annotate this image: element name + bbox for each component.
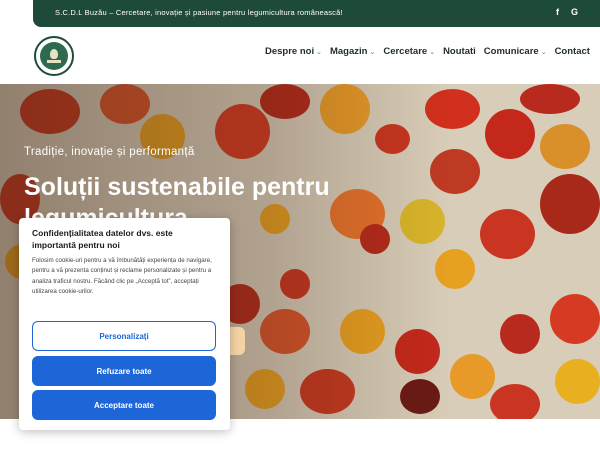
logo-emblem xyxy=(40,42,68,70)
nav-item-cercetare[interactable]: Cercetare ⌄ xyxy=(383,46,435,57)
cookie-description: Folosim cookie-uri pentru a vă îmbunătăț… xyxy=(32,257,212,295)
cookie-consent-dialog: Confidențialitatea datelor dvs. este imp… xyxy=(19,218,230,430)
institute-logo-icon[interactable] xyxy=(34,36,74,76)
hero-tagline: Tradiție, inovație și performanță xyxy=(24,146,195,158)
facebook-icon[interactable]: f xyxy=(556,7,559,17)
nav-item-magazin[interactable]: Magazin ⌄ xyxy=(330,46,375,57)
reject-all-button[interactable]: Refuzare toate xyxy=(32,356,216,386)
nav-label: Magazin xyxy=(329,46,368,57)
nav-item-comunicare[interactable]: Comunicare ⌄ xyxy=(484,46,547,57)
logo-vegetable-mark xyxy=(50,49,58,59)
accept-all-button[interactable]: Acceptare toate xyxy=(32,390,216,420)
nav-label: Contact xyxy=(554,46,590,57)
top-bar-text: S.C.D.L Buzău – Cercetare, inovație și p… xyxy=(55,8,343,17)
nav-label: Despre noi xyxy=(265,46,315,57)
chevron-down-icon: ⌄ xyxy=(429,48,436,56)
nav-item-noutati[interactable]: Noutati xyxy=(443,46,476,57)
chevron-down-icon: ⌄ xyxy=(540,48,547,56)
nav-item-contact[interactable]: Contact xyxy=(555,46,590,57)
social-links: f G xyxy=(556,7,578,17)
main-navigation: Despre noi ⌄ Magazin ⌄ Cercetare ⌄ Nouta… xyxy=(265,46,590,57)
nav-label: Cercetare xyxy=(383,46,428,57)
page: S.C.D.L Buzău – Cercetare, inovație și p… xyxy=(0,0,600,450)
chevron-down-icon: ⌄ xyxy=(316,48,322,56)
site-header: Despre noi ⌄ Magazin ⌄ Cercetare ⌄ Nouta… xyxy=(0,27,600,84)
nav-label: Comunicare xyxy=(483,46,539,57)
nav-label: Noutati xyxy=(443,46,476,57)
customize-cookies-button[interactable]: Personalizați xyxy=(32,321,216,351)
cookie-title: Confidențialitatea datelor dvs. este imp… xyxy=(32,228,173,250)
chevron-down-icon: ⌄ xyxy=(369,48,376,56)
nav-item-despre-noi[interactable]: Despre noi ⌄ xyxy=(265,46,322,57)
logo-base-mark xyxy=(47,60,61,63)
google-icon[interactable]: G xyxy=(571,7,578,17)
top-info-bar: S.C.D.L Buzău – Cercetare, inovație și p… xyxy=(33,0,600,27)
